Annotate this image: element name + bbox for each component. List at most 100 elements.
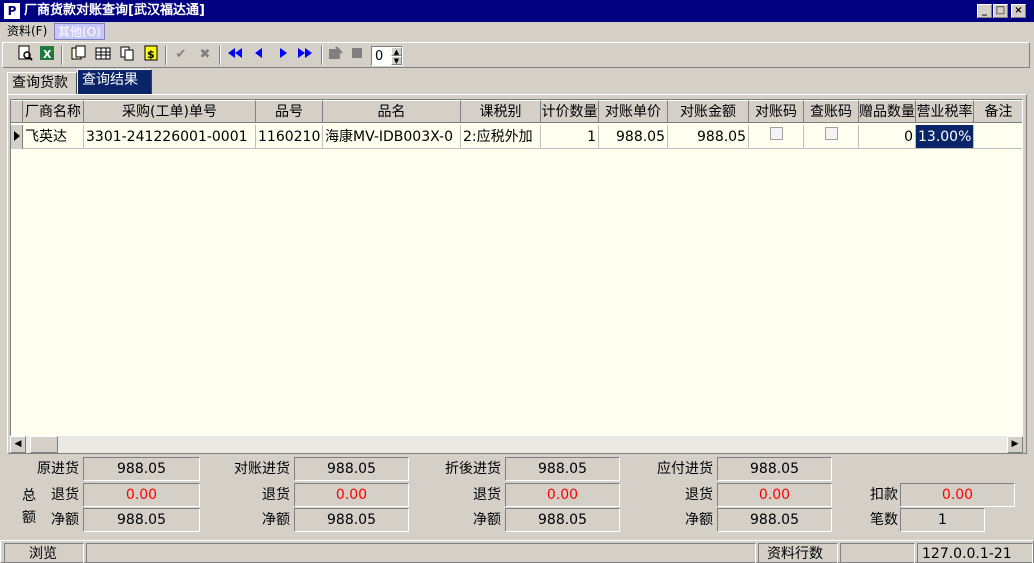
- discounted-net-label: 净额: [473, 512, 501, 528]
- original-net-value: 988.05: [83, 508, 200, 532]
- scroll-right-icon[interactable]: ▶: [1007, 436, 1023, 453]
- deduction-value: 0.00: [900, 483, 1015, 507]
- count-label: 笔数: [870, 512, 898, 528]
- deduction-label: 扣款: [870, 487, 898, 503]
- first-record-icon[interactable]: [225, 45, 245, 65]
- cell-tax-type[interactable]: 2:应税外加: [461, 125, 541, 149]
- original-purchase-value: 988.05: [83, 457, 200, 481]
- app-icon: P: [4, 3, 20, 19]
- column-header-remark[interactable]: 备注: [974, 100, 1022, 123]
- column-header-audit-code[interactable]: 查账码: [804, 100, 859, 123]
- cell-audit-code[interactable]: [804, 125, 859, 149]
- discounted-return-label: 退货: [473, 487, 501, 503]
- audit-code-checkbox[interactable]: [824, 126, 838, 140]
- column-header-recon-code[interactable]: 对账码: [749, 100, 804, 123]
- close-button[interactable]: ×: [1011, 4, 1026, 18]
- next-record-icon[interactable]: [273, 45, 293, 65]
- column-header-qty[interactable]: 计价数量: [541, 100, 599, 123]
- cell-item-name[interactable]: 海康MV-IDB003X-0: [323, 125, 461, 149]
- excel-export-icon[interactable]: X: [37, 45, 57, 65]
- status-host: 127.0.0.1-21: [917, 543, 1033, 563]
- total-label-2: 额: [22, 510, 36, 526]
- discounted-purchase-value: 988.05: [505, 457, 620, 481]
- menu-bar: 资料(F) 其他(O): [0, 22, 1034, 41]
- status-mode: 浏览: [4, 543, 84, 563]
- payable-return-value: 0.00: [717, 483, 832, 507]
- grid-icon[interactable]: [93, 45, 113, 65]
- check-icon[interactable]: ✔: [171, 45, 191, 65]
- svg-text:X: X: [43, 48, 52, 61]
- cell-item-no[interactable]: 1160210: [256, 125, 323, 149]
- row-indicator-icon: [11, 125, 23, 149]
- payable-purchase-value: 988.05: [717, 457, 832, 481]
- discounted-net-value: 988.05: [505, 508, 620, 532]
- dollar-icon[interactable]: $: [141, 45, 161, 65]
- last-record-icon[interactable]: [295, 45, 315, 65]
- column-header-tax-rate[interactable]: 营业税率: [916, 100, 974, 123]
- edit-icon[interactable]: [325, 45, 345, 65]
- cell-unit-price[interactable]: 988.05: [599, 125, 668, 149]
- result-grid[interactable]: 厂商名称 采购(工单)单号 品号 品名 课税别 计价数量 对账单价 对账金额 对…: [10, 99, 1023, 436]
- recon-return-label: 退货: [262, 487, 290, 503]
- recon-net-label: 净额: [262, 512, 290, 528]
- payable-purchase-label: 应付进货: [657, 461, 713, 477]
- horizontal-scrollbar[interactable]: ◀ ▶: [10, 436, 1023, 453]
- preview-icon[interactable]: [15, 45, 35, 65]
- table-row[interactable]: 飞英达 3301-241226001-0001 1160210 海康MV-IDB…: [11, 125, 1022, 151]
- cell-recon-code[interactable]: [749, 125, 804, 149]
- cell-gift-qty[interactable]: 0: [859, 125, 916, 149]
- tab-query-result[interactable]: 查询结果: [77, 69, 152, 94]
- menu-data[interactable]: 资料(F): [4, 23, 50, 40]
- record-spinner[interactable]: 0 ▲ ▼: [371, 46, 403, 66]
- recon-purchase-label: 对账进货: [234, 461, 290, 477]
- maximize-button[interactable]: □: [993, 4, 1008, 18]
- recon-code-checkbox[interactable]: [769, 126, 783, 140]
- spinner-value[interactable]: 0: [375, 48, 383, 65]
- payable-net-value: 988.05: [717, 508, 832, 532]
- summary-panel: 总 额 原进货 988.05 退货 0.00 净额 988.05 对账进货 98…: [7, 455, 1027, 537]
- result-panel: 厂商名称 采购(工单)单号 品号 品名 课税别 计价数量 对账单价 对账金额 对…: [7, 94, 1027, 454]
- spin-up-icon[interactable]: ▲: [391, 47, 402, 56]
- cell-remark[interactable]: [974, 125, 1022, 149]
- recon-net-value: 988.05: [294, 508, 409, 532]
- scroll-thumb[interactable]: [30, 436, 58, 453]
- status-message: [86, 543, 756, 563]
- minimize-button[interactable]: _: [977, 4, 992, 18]
- scroll-left-icon[interactable]: ◀: [10, 436, 26, 453]
- cell-amount[interactable]: 988.05: [668, 125, 749, 149]
- column-header-order-no[interactable]: 采购(工单)单号: [84, 100, 256, 123]
- cell-tax-rate[interactable]: 13.00%: [916, 125, 974, 149]
- column-header-amount[interactable]: 对账金额: [668, 100, 749, 123]
- header-indicator: [11, 100, 23, 123]
- stop-icon[interactable]: [347, 45, 367, 65]
- window-title: 厂商货款对账查询[武汉福达通]: [24, 3, 205, 18]
- status-row-count: [840, 543, 915, 563]
- payable-return-label: 退货: [685, 487, 713, 503]
- copy-icon[interactable]: [69, 45, 89, 65]
- column-header-item-no[interactable]: 品号: [256, 100, 323, 123]
- original-purchase-label: 原进货: [37, 461, 79, 477]
- recon-purchase-value: 988.05: [294, 457, 409, 481]
- toolbar: X $ ✔ ✖ 0 ▲ ▼: [2, 42, 1030, 68]
- title-bar: P 厂商货款对账查询[武汉福达通] _ □ ×: [0, 0, 1034, 22]
- cell-order-no[interactable]: 3301-241226001-0001: [84, 125, 256, 149]
- recon-return-value: 0.00: [294, 483, 409, 507]
- column-header-vendor[interactable]: 厂商名称: [23, 100, 84, 123]
- column-header-unit-price[interactable]: 对账单价: [599, 100, 668, 123]
- column-header-tax-type[interactable]: 课税别: [461, 100, 541, 123]
- status-row-count-label: 资料行数: [758, 543, 838, 563]
- cancel-icon[interactable]: ✖: [195, 45, 215, 65]
- spin-down-icon[interactable]: ▼: [391, 56, 402, 65]
- prev-record-icon[interactable]: [249, 45, 269, 65]
- discounted-purchase-label: 折後进货: [445, 461, 501, 477]
- cell-vendor[interactable]: 飞英达: [23, 125, 84, 149]
- total-label-1: 总: [22, 488, 36, 504]
- original-return-label: 退货: [51, 487, 79, 503]
- column-header-item-name[interactable]: 品名: [323, 100, 461, 123]
- menu-other[interactable]: 其他(O): [54, 23, 105, 40]
- column-header-gift-qty[interactable]: 赠品数量: [859, 100, 916, 123]
- cell-qty[interactable]: 1: [541, 125, 599, 149]
- svg-text:$: $: [147, 48, 155, 61]
- tab-query-payment[interactable]: 查询货款: [7, 72, 77, 94]
- paste-icon[interactable]: [117, 45, 137, 65]
